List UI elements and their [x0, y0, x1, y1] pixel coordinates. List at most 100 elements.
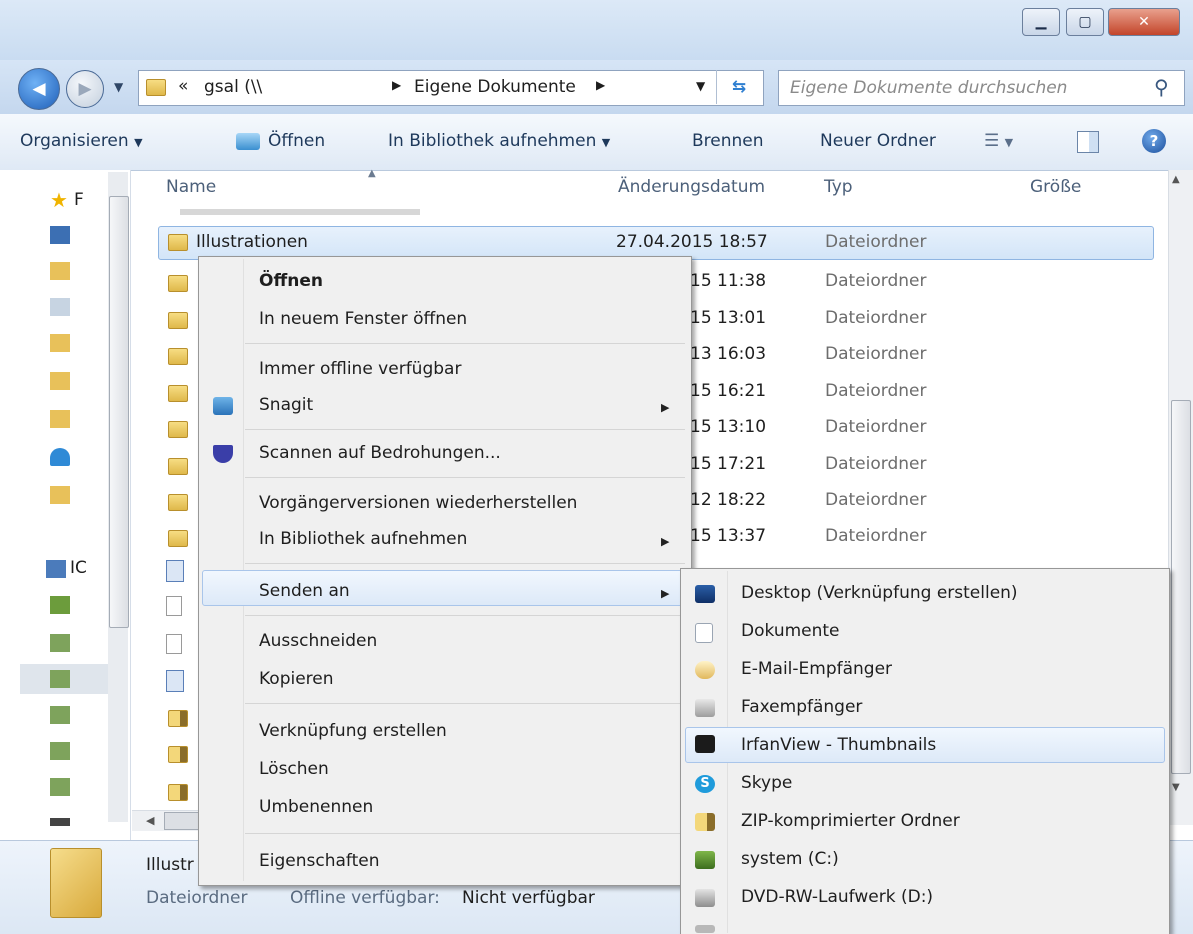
- breadcrumb-arrow-icon[interactable]: ▶: [392, 78, 401, 92]
- column-header-date[interactable]: Änderungsdatum: [618, 177, 765, 197]
- scroll-left-icon[interactable]: ◀: [146, 814, 154, 827]
- partial-row[interactable]: [160, 207, 1160, 217]
- submenu-arrow-icon: ▶: [661, 587, 670, 600]
- recent-places-icon[interactable]: [50, 298, 70, 316]
- computer-icon[interactable]: [46, 560, 66, 578]
- menu-separator: [245, 343, 685, 344]
- folder-icon[interactable]: [50, 334, 70, 352]
- menu-item-cut[interactable]: Ausschneiden: [259, 631, 377, 651]
- desktop-icon: [695, 585, 715, 603]
- scroll-up-icon[interactable]: ▲: [1172, 174, 1180, 185]
- menu-item-add-library[interactable]: In Bibliothek aufnehmen: [259, 529, 467, 549]
- scroll-down-icon[interactable]: ▼: [1172, 782, 1180, 793]
- menu-item-snagit[interactable]: Snagit: [259, 395, 313, 415]
- network-drive-icon: [695, 925, 715, 933]
- folder-icon[interactable]: [50, 372, 70, 390]
- network-drive-icon[interactable]: [50, 634, 70, 652]
- organize-button[interactable]: Organisieren ▼: [20, 131, 143, 151]
- breadcrumb-arrow-icon[interactable]: ▶: [596, 78, 605, 92]
- add-to-library-button[interactable]: In Bibliothek aufnehmen ▼: [388, 131, 610, 151]
- fax-icon: [695, 699, 715, 717]
- details-type: Dateiordner: [146, 888, 248, 908]
- network-drive-icon[interactable]: [50, 670, 70, 688]
- file-name[interactable]: Illustrationen: [196, 232, 308, 252]
- minimize-icon: ▁: [1035, 14, 1047, 30]
- recent-pages-dropdown[interactable]: ▼: [114, 80, 123, 94]
- column-header-name[interactable]: Name: [166, 177, 216, 197]
- file-type: Dateiordner: [825, 381, 927, 401]
- burn-button[interactable]: Brennen: [692, 131, 764, 151]
- cloud-icon[interactable]: [50, 448, 70, 466]
- organize-label: Organisieren: [20, 131, 129, 151]
- new-folder-button[interactable]: Neuer Ordner: [820, 131, 936, 151]
- forward-button[interactable]: ▶: [66, 70, 104, 108]
- file-type: Dateiordner: [825, 232, 927, 252]
- zip-folder-icon: [168, 784, 188, 801]
- column-header-type[interactable]: Typ: [824, 177, 853, 197]
- minimize-button[interactable]: ▁: [1022, 8, 1060, 36]
- folder-icon: [168, 234, 188, 251]
- menu-separator: [245, 429, 685, 430]
- menu-item-restore-versions[interactable]: Vorgängerversionen wiederherstellen: [259, 493, 577, 513]
- network-drive-icon[interactable]: [50, 742, 70, 760]
- close-icon: ✕: [1138, 14, 1150, 30]
- file-date: 12 18:22: [690, 490, 767, 510]
- star-icon: ★: [50, 188, 68, 212]
- menu-separator: [245, 563, 685, 564]
- network-drive-icon[interactable]: [50, 778, 70, 796]
- dvd-drive-icon[interactable]: [50, 818, 70, 826]
- vertical-scroll-thumb[interactable]: [1171, 400, 1191, 774]
- downloads-icon[interactable]: [50, 262, 70, 280]
- folder-icon[interactable]: [50, 486, 70, 504]
- address-segment-gsal[interactable]: gsal (\\: [204, 77, 262, 97]
- address-dropdown-button[interactable]: ▼: [696, 79, 705, 93]
- menu-item-copy[interactable]: Kopieren: [259, 669, 334, 689]
- file-type: Dateiordner: [825, 344, 927, 364]
- menu-item-rename[interactable]: Umbenennen: [259, 797, 373, 817]
- nav-computer[interactable]: IC: [70, 558, 87, 578]
- send-to-fax[interactable]: Faxempfänger: [741, 697, 862, 717]
- send-to-zip[interactable]: ZIP-komprimierter Ordner: [741, 811, 960, 831]
- column-header-size[interactable]: Größe: [1030, 177, 1081, 197]
- menu-item-send-to[interactable]: Senden an: [259, 581, 350, 601]
- open-button[interactable]: Öffnen: [268, 131, 325, 151]
- menu-item-properties[interactable]: Eigenschaften: [259, 851, 379, 871]
- drive-icon[interactable]: [50, 596, 70, 614]
- nav-favorites[interactable]: F: [74, 190, 84, 210]
- menu-item-open[interactable]: Öffnen: [259, 271, 323, 291]
- help-button[interactable]: ?: [1142, 129, 1166, 153]
- send-to-documents[interactable]: Dokumente: [741, 621, 840, 641]
- close-button[interactable]: ✕: [1108, 8, 1180, 36]
- preview-pane-button[interactable]: [1077, 131, 1099, 153]
- menu-item-open-new-window[interactable]: In neuem Fenster öffnen: [259, 309, 467, 329]
- horizontal-scroll-thumb[interactable]: [164, 812, 200, 830]
- dvd-drive-icon: [695, 889, 715, 907]
- folder-icon: [168, 530, 188, 547]
- back-button[interactable]: ◀: [18, 68, 60, 110]
- network-drive-icon[interactable]: [50, 706, 70, 724]
- menu-item-delete[interactable]: Löschen: [259, 759, 329, 779]
- nav-scroll-thumb[interactable]: [109, 196, 129, 628]
- address-segment-documents[interactable]: Eigene Dokumente: [414, 77, 576, 97]
- refresh-button[interactable]: ⇆: [716, 70, 761, 104]
- send-to-desktop[interactable]: Desktop (Verknüpfung erstellen): [741, 583, 1018, 603]
- menu-item-create-shortcut[interactable]: Verknüpfung erstellen: [259, 721, 447, 741]
- desktop-icon[interactable]: [50, 226, 70, 244]
- add-to-library-label: In Bibliothek aufnehmen: [388, 131, 597, 151]
- view-list-icon: ☰: [984, 131, 1000, 151]
- view-options-button[interactable]: ☰ ▼: [984, 131, 1013, 151]
- send-to-system-drive[interactable]: system (C:): [741, 849, 839, 869]
- menu-item-always-offline[interactable]: Immer offline verfügbar: [259, 359, 461, 379]
- word-document-icon: [166, 670, 184, 692]
- menu-item-scan[interactable]: Scannen auf Bedrohungen...: [259, 443, 501, 463]
- irfanview-icon: [695, 735, 715, 753]
- send-to-dvd-drive[interactable]: DVD-RW-Laufwerk (D:): [741, 887, 933, 907]
- search-icon[interactable]: ⚲: [1154, 75, 1169, 99]
- send-to-irfanview[interactable]: IrfanView - Thumbnails: [741, 735, 936, 755]
- send-to-skype[interactable]: Skype: [741, 773, 792, 793]
- maximize-button[interactable]: ▢: [1066, 8, 1104, 36]
- address-prefix[interactable]: «: [178, 76, 188, 96]
- folder-icon[interactable]: [50, 410, 70, 428]
- send-to-mail[interactable]: E-Mail-Empfänger: [741, 659, 892, 679]
- document-icon: [695, 623, 713, 643]
